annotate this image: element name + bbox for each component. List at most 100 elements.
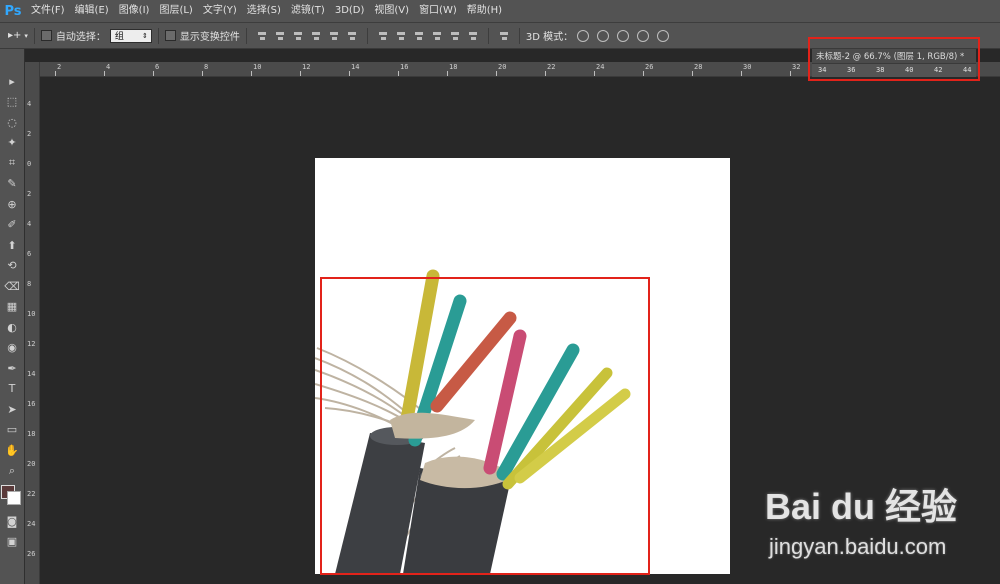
watermark-url: jingyan.baidu.com xyxy=(769,534,947,559)
ruler-tick-label: 22 xyxy=(27,490,36,498)
menu-help[interactable]: 帮助(H) xyxy=(462,0,507,22)
ruler-tick-label: 8 xyxy=(27,280,32,288)
photoshop-logo: Ps xyxy=(4,3,22,19)
ruler-tick-label: 6 xyxy=(155,63,160,71)
ruler-tick xyxy=(790,71,791,76)
gradient-tool-icon[interactable]: ▦ xyxy=(0,297,24,318)
distribute-top-icon[interactable] xyxy=(378,30,388,42)
ruler-tick-label: 14 xyxy=(27,370,36,378)
align-top-icon[interactable] xyxy=(257,30,267,42)
ruler-tick-label: 22 xyxy=(547,63,556,71)
ruler-tick-label: 12 xyxy=(27,340,36,348)
auto-align-icon[interactable] xyxy=(499,30,509,42)
show-transform-label: 显示变换控件 xyxy=(179,32,240,43)
pen-tool-icon[interactable]: ✒ xyxy=(0,358,24,379)
crop-tool-icon[interactable]: ⌗ xyxy=(0,153,24,174)
menu-layer[interactable]: 图层(L) xyxy=(154,0,197,22)
hand-tool-icon[interactable]: ✋ xyxy=(0,440,24,461)
blur-tool-icon[interactable]: ◐ xyxy=(0,317,24,338)
healing-brush-tool-icon[interactable]: ⊕ xyxy=(0,194,24,215)
ruler-tick-label: 12 xyxy=(302,63,311,71)
magic-wand-tool-icon[interactable]: ✦ xyxy=(0,133,24,154)
ruler-tick-label: 26 xyxy=(27,550,36,558)
align-hcenter-icon[interactable] xyxy=(329,30,339,42)
divider xyxy=(245,27,247,44)
ruler-tick-label: 16 xyxy=(27,400,36,408)
move-tool-icon: ▸+ xyxy=(8,30,22,41)
distribute-left-icon[interactable] xyxy=(432,30,442,42)
divider xyxy=(33,27,35,44)
distribute-hcenter-icon[interactable] xyxy=(450,30,460,42)
vertical-ruler: 4 2 0 2 4 6 8 10 12 14 16 18 20 22 24 26 xyxy=(25,62,40,584)
dodge-tool-icon[interactable]: ◉ xyxy=(0,338,24,359)
background-color-swatch[interactable] xyxy=(7,491,21,505)
menu-type[interactable]: 文字(Y) xyxy=(198,0,242,22)
auto-select-option[interactable]: 自动选择： xyxy=(40,28,106,43)
ruler-tick-label: 24 xyxy=(27,520,36,528)
align-bottom-icon[interactable] xyxy=(293,30,303,42)
menu-bar: Ps 文件(F) 编辑(E) 图像(I) 图层(L) 文字(Y) 选择(S) 滤… xyxy=(0,0,1000,23)
zoom-tool-icon[interactable]: ⌕ xyxy=(0,461,24,482)
brush-tool-icon[interactable]: ✐ xyxy=(0,215,24,236)
distribute-right-icon[interactable] xyxy=(468,30,478,42)
distribute-bottom-icon[interactable] xyxy=(414,30,424,42)
rotate-3d-icon[interactable] xyxy=(577,29,590,42)
menu-image[interactable]: 图像(I) xyxy=(114,0,155,22)
ruler-tick xyxy=(741,71,742,76)
ruler-tick-label: 4 xyxy=(27,100,32,108)
menu-select[interactable]: 选择(S) xyxy=(242,0,286,22)
lasso-tool-icon[interactable]: ◌ xyxy=(0,112,24,133)
type-tool-icon[interactable]: T xyxy=(0,379,24,400)
ruler-tick-label: 2 xyxy=(27,130,32,138)
menu-window[interactable]: 窗口(W) xyxy=(414,0,462,22)
roll-3d-icon[interactable] xyxy=(597,29,610,42)
menu-edit[interactable]: 编辑(E) xyxy=(70,0,114,22)
quick-mask-icon[interactable]: ◙ xyxy=(0,511,24,532)
clone-stamp-tool-icon[interactable]: ⬆ xyxy=(0,235,24,256)
chevron-down-icon: ▾ xyxy=(24,31,28,40)
ruler-tick-label: 18 xyxy=(449,63,458,71)
auto-select-dropdown[interactable]: 组 ⇕ xyxy=(109,28,152,43)
show-transform-option[interactable]: 显示变换控件 xyxy=(164,28,240,43)
ruler-tick-label: 30 xyxy=(743,63,752,71)
menu-3d[interactable]: 3D(D) xyxy=(330,0,370,22)
screen-mode-icon[interactable]: ▣ xyxy=(0,532,24,553)
show-transform-checkbox[interactable] xyxy=(164,30,176,41)
baidu-watermark: Bai du 经验 jingyan.baidu.com xyxy=(765,478,985,568)
scale-3d-icon[interactable] xyxy=(657,29,670,42)
distribute-vcenter-icon[interactable] xyxy=(396,30,406,42)
ruler-tick-label: 24 xyxy=(596,63,605,71)
ruler-tick xyxy=(202,71,203,76)
align-vcenter-icon[interactable] xyxy=(275,30,285,42)
menu-file[interactable]: 文件(F) xyxy=(26,0,70,22)
color-swatches[interactable] xyxy=(0,481,24,511)
rectangle-tool-icon[interactable]: ▭ xyxy=(0,420,24,441)
eyedropper-tool-icon[interactable]: ✎ xyxy=(0,174,24,195)
ruler-tick-label: 18 xyxy=(27,430,36,438)
move-tool-icon[interactable]: ▸ xyxy=(0,71,24,92)
annotation-highlight-tab xyxy=(808,37,980,81)
menu-view[interactable]: 视图(V) xyxy=(369,0,414,22)
menu-filter[interactable]: 滤镜(T) xyxy=(286,0,330,22)
history-brush-tool-icon[interactable]: ⟲ xyxy=(0,256,24,277)
slide-3d-icon[interactable] xyxy=(637,29,650,42)
move-tool-preset[interactable]: ▸+ ▾ xyxy=(8,30,28,41)
ruler-tick-label: 14 xyxy=(351,63,360,71)
ruler-tick-label: 20 xyxy=(498,63,507,71)
pan-3d-icon[interactable] xyxy=(617,29,630,42)
watermark-brand: Bai du 经验 xyxy=(765,486,958,527)
auto-select-label: 自动选择： xyxy=(55,32,106,43)
divider xyxy=(157,27,159,44)
align-right-icon[interactable] xyxy=(347,30,357,42)
ruler-tick xyxy=(55,71,56,76)
marquee-tool-icon[interactable]: ⬚ xyxy=(0,92,24,113)
ruler-tick xyxy=(349,71,350,76)
path-select-tool-icon[interactable]: ➤ xyxy=(0,399,24,420)
ruler-tick xyxy=(153,71,154,76)
align-left-icon[interactable] xyxy=(311,30,321,42)
auto-select-checkbox[interactable] xyxy=(40,30,52,41)
auto-select-value: 组 xyxy=(114,32,124,42)
ruler-tick-label: 2 xyxy=(27,190,32,198)
eraser-tool-icon[interactable]: ⌫ xyxy=(0,276,24,297)
divider xyxy=(487,27,489,44)
